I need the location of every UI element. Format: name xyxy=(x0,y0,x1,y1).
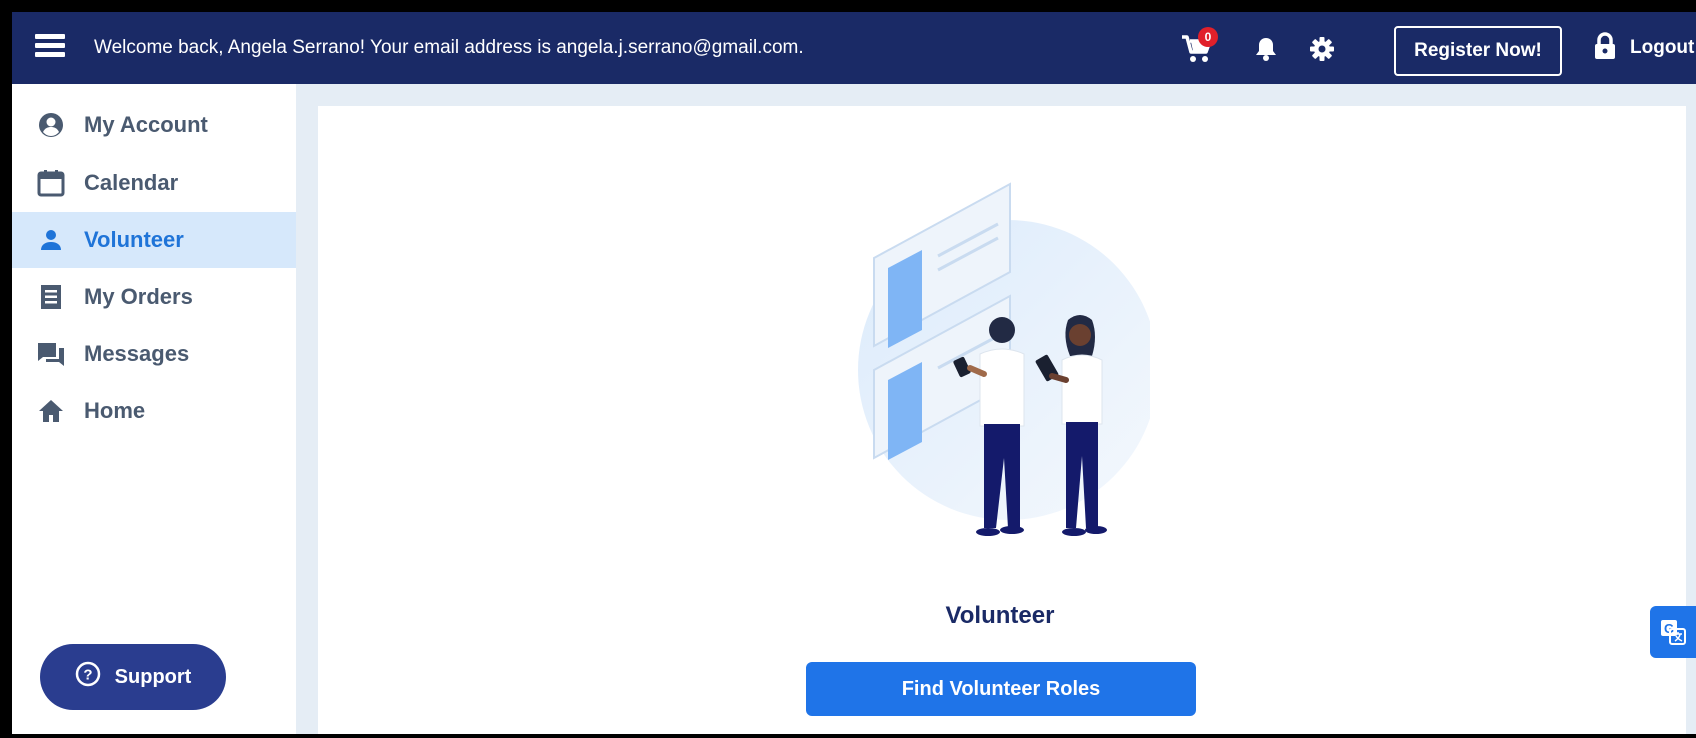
help-circle-icon: ? xyxy=(75,661,101,693)
top-bar: Welcome back, Angela Serrano! Your email… xyxy=(12,12,1696,84)
find-volunteer-roles-button[interactable]: Find Volunteer Roles xyxy=(806,662,1196,716)
sidebar-item-label: Home xyxy=(84,398,146,423)
sidebar-item-label: Volunteer xyxy=(84,227,184,252)
person-icon xyxy=(36,225,66,255)
sidebar-item-messages[interactable]: Messages xyxy=(12,326,296,382)
cart-count-badge: 0 xyxy=(1198,27,1218,47)
calendar-icon xyxy=(36,168,66,198)
page-title: Volunteer xyxy=(945,602,1055,629)
gear-icon[interactable] xyxy=(1305,32,1339,66)
welcome-message: Welcome back, Angela Serrano! Your email… xyxy=(94,37,804,58)
home-icon xyxy=(36,396,66,426)
sidebar-item-volunteer[interactable]: Volunteer xyxy=(12,212,296,268)
sidebar: My Account Calendar Volunteer My Orders … xyxy=(12,84,296,734)
logout-label: Logout xyxy=(1630,37,1695,58)
menu-icon[interactable] xyxy=(35,34,65,58)
sidebar-item-calendar[interactable]: Calendar xyxy=(12,155,296,211)
logout-button[interactable]: Logout xyxy=(1594,28,1694,68)
sidebar-item-label: Messages xyxy=(84,341,190,366)
account-circle-icon xyxy=(36,110,66,140)
sidebar-item-label: Calendar xyxy=(84,170,179,195)
lock-icon xyxy=(1594,31,1616,65)
support-label: Support xyxy=(114,665,192,688)
svg-text:?: ? xyxy=(83,667,92,684)
sidebar-item-home[interactable]: Home xyxy=(12,383,296,439)
receipt-icon xyxy=(36,282,66,312)
sidebar-item-label: My Orders xyxy=(84,284,193,309)
sidebar-item-my-orders[interactable]: My Orders xyxy=(12,269,296,325)
translate-icon[interactable]: G xyxy=(1650,606,1696,658)
bell-icon[interactable] xyxy=(1249,32,1283,66)
register-now-button[interactable]: Register Now! xyxy=(1394,26,1562,76)
chat-icon xyxy=(36,339,66,369)
sidebar-item-my-account[interactable]: My Account xyxy=(12,97,296,153)
sidebar-item-label: My Account xyxy=(84,112,208,137)
support-button[interactable]: ? Support xyxy=(40,644,226,710)
volunteer-illustration xyxy=(830,170,1158,570)
